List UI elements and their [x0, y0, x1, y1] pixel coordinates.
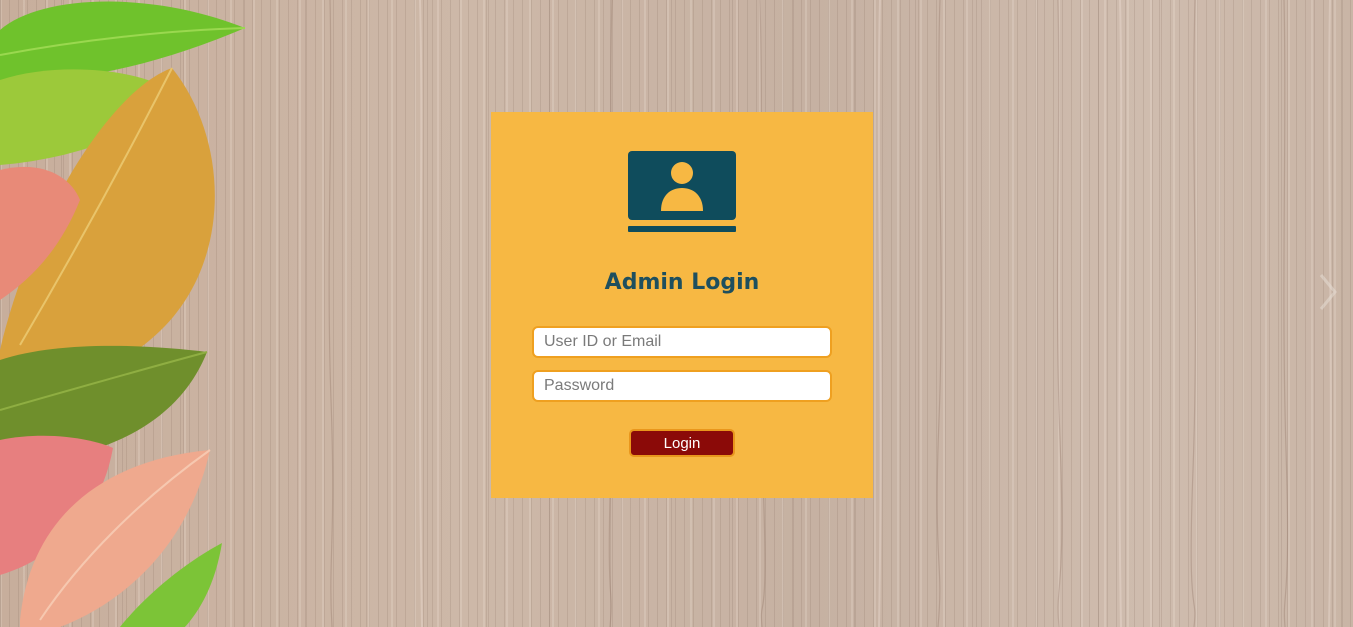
login-button[interactable]: Login	[629, 429, 735, 457]
password-field[interactable]	[532, 370, 832, 402]
login-card: Admin Login Login	[491, 112, 873, 498]
chevron-right-icon[interactable]	[1318, 272, 1338, 312]
user-id-email-field[interactable]	[532, 326, 832, 358]
autumn-leaves-decoration	[0, 1, 246, 627]
page-title: Admin Login	[604, 270, 760, 295]
admin-laptop-icon	[628, 151, 736, 232]
